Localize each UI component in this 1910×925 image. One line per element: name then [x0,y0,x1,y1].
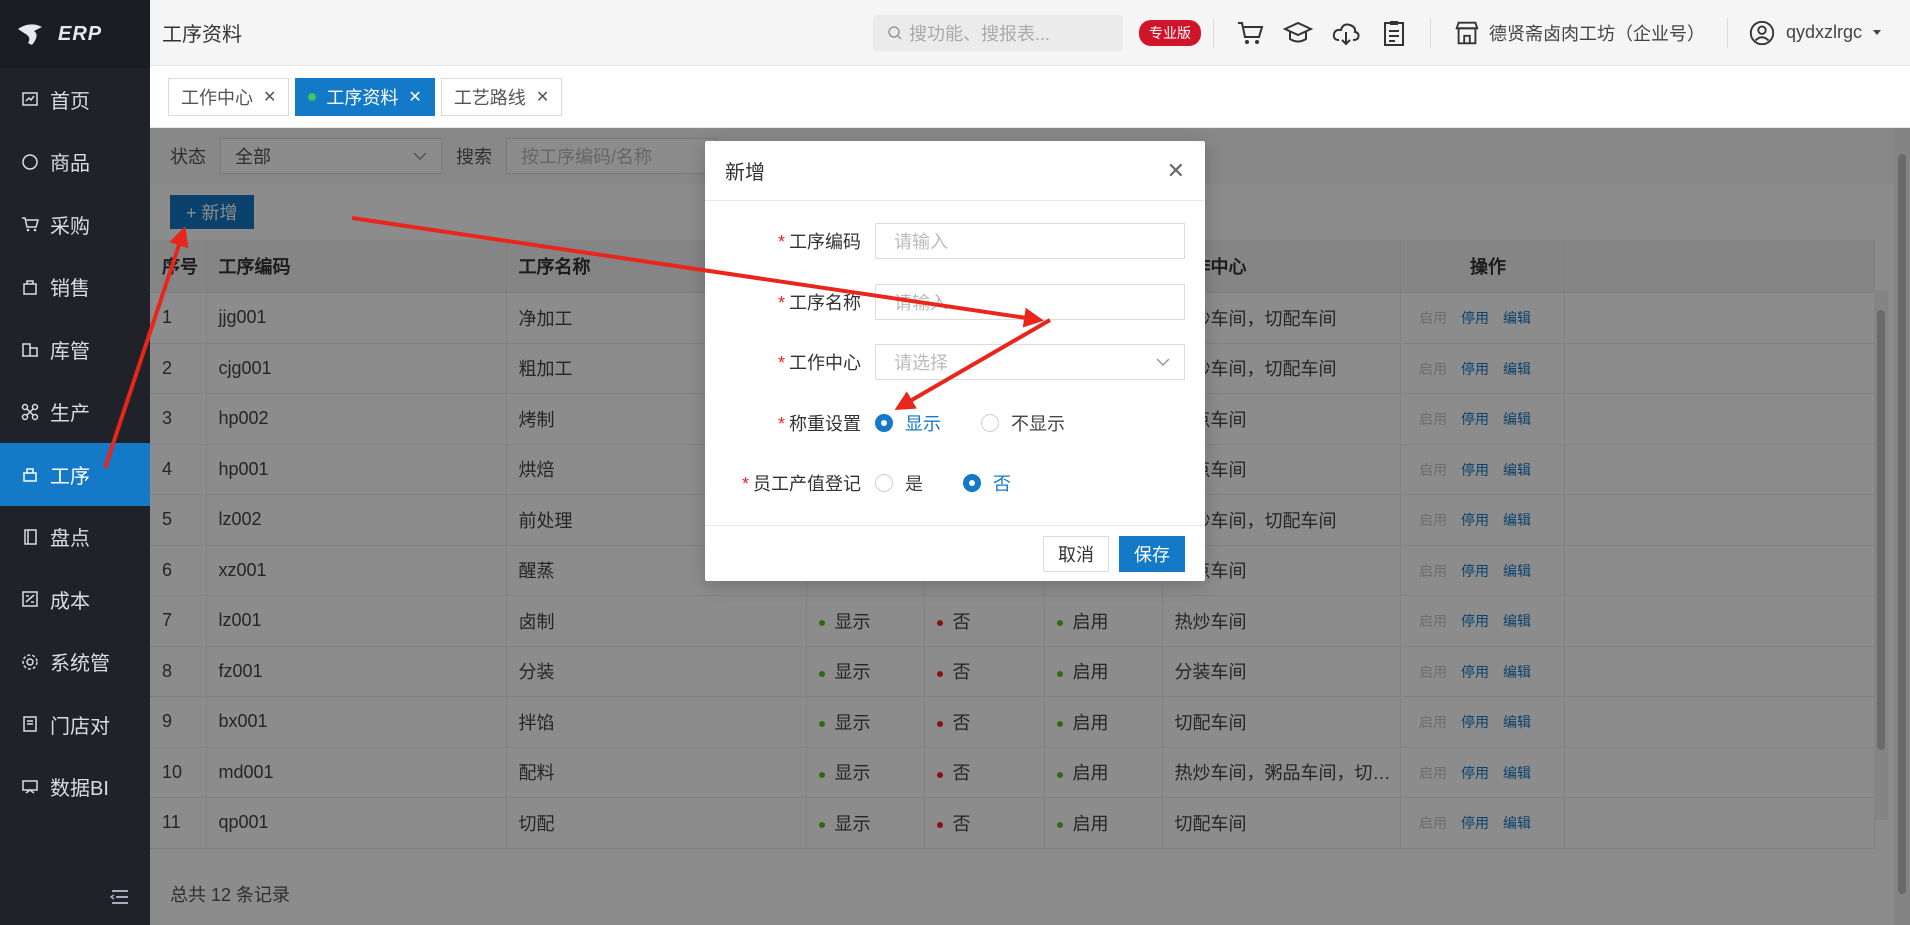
cart-icon[interactable] [1232,15,1268,51]
sidebar-item-8[interactable]: 成本 [0,568,150,631]
product-icon [20,152,40,172]
process-name-label: 工序名称 [789,293,861,313]
close-icon[interactable]: ✕ [536,87,549,107]
sidebar-item-0[interactable]: 首页 [0,68,150,131]
clipboard-icon[interactable] [1376,15,1412,51]
username: qydxzlrgc [1785,22,1862,42]
book-icon [20,527,40,547]
sidebar-item-label: 数据BI [50,778,109,801]
sidebar: ERP 首页商品采购销售库管生产工序盘点成本系统管门店对数据BI [0,0,150,925]
close-icon[interactable]: ✕ [263,87,276,107]
tab-1[interactable]: 工序资料 ✕ [295,77,435,116]
monitor-icon [20,777,40,797]
sidebar-item-label: 销售 [50,278,90,301]
warehouse-icon [20,339,40,359]
form-row-name: * 工序名称 请输入 [705,282,1205,322]
process-name-placeholder: 请输入 [894,293,948,313]
logo-icon [18,24,42,45]
menu-collapse-icon[interactable] [110,889,130,905]
bag-icon [20,277,40,297]
tab-label: 工作中心 [181,87,253,108]
work-center-placeholder: 请选择 [894,353,948,373]
global-search-input[interactable]: 搜功能、搜报表... [872,14,1123,51]
sidebar-item-4[interactable]: 库管 [0,318,150,381]
sidebar-item-label: 工序 [50,465,90,488]
top-header: 工序资料 搜功能、搜报表... 专业版 德贤斋卤肉工坊（企业号） qydxzlr… [150,0,1910,66]
network-icon [20,402,40,422]
user-avatar-icon [1749,20,1775,45]
active-dot [308,92,317,101]
process-code-input[interactable]: 请输入 [875,223,1185,259]
tab-0[interactable]: 工作中心 ✕ [168,77,290,116]
save-button[interactable]: 保存 [1119,535,1185,572]
sidebar-item-3[interactable]: 销售 [0,256,150,319]
weigh-setting-radio-group: 显示 不显示 [875,410,1065,436]
output-record-label: 员工产值登记 [753,474,861,494]
work-center-label: 工作中心 [789,353,861,373]
sidebar-item-label: 商品 [50,153,90,176]
tab-label: 工序资料 [326,87,399,108]
logo-text: ERP [58,22,103,45]
receipt-icon [20,714,40,734]
weigh-setting-label: 称重设置 [789,414,861,434]
close-icon[interactable]: ✕ [408,87,421,107]
cloud-download-icon[interactable] [1328,15,1364,51]
process-code-placeholder: 请输入 [894,232,948,252]
weigh-show-radio[interactable]: 显示 [875,410,941,436]
sidebar-item-label: 生产 [50,403,90,426]
weigh-hide-radio[interactable]: 不显示 [981,410,1065,436]
process-name-input[interactable]: 请输入 [875,284,1185,320]
form-row-center: * 工作中心 请选择 [705,342,1205,382]
sidebar-item-5[interactable]: 生产 [0,381,150,444]
chevron-down-icon [1156,358,1170,366]
store-icon [1455,21,1479,44]
sidebar-item-label: 盘点 [50,528,90,551]
sidebar-item-label: 门店对 [50,715,110,738]
tab-label: 工艺路线 [453,87,526,108]
sidebar-item-label: 系统管 [50,653,110,676]
tab-2[interactable]: 工艺路线 ✕ [440,77,563,116]
sidebar-item-label: 采购 [50,215,90,238]
sidebar-item-7[interactable]: 盘点 [0,506,150,569]
sidebar-nav: 首页商品采购销售库管生产工序盘点成本系统管门店对数据BI [0,68,150,818]
output-no-radio[interactable]: 否 [963,470,1011,496]
chart-icon [20,589,40,609]
graduation-cap-icon[interactable] [1280,15,1316,51]
pro-edition-badge[interactable]: 专业版 [1138,19,1201,46]
sidebar-item-label: 库管 [50,340,90,363]
caret-down-icon [1873,29,1881,35]
sidebar-item-label: 首页 [50,90,90,113]
form-row-code: * 工序编码 请输入 [705,221,1205,261]
company-switcher[interactable]: 德贤斋卤肉工坊（企业号） [1453,19,1705,47]
sidebar-item-2[interactable]: 采购 [0,193,150,256]
sidebar-item-label: 成本 [50,590,90,613]
logo[interactable]: ERP [0,0,150,68]
sidebar-item-1[interactable]: 商品 [0,131,150,194]
global-search-placeholder: 搜功能、搜报表... [908,23,1050,44]
sidebar-item-9[interactable]: 系统管 [0,631,150,694]
process-code-label: 工序编码 [789,232,861,252]
sidebar-item-10[interactable]: 门店对 [0,693,150,756]
sidebar-item-11[interactable]: 数据BI [0,756,150,819]
page-title: 工序资料 [162,24,242,46]
process-icon [20,464,40,484]
output-record-radio-group: 是 否 [875,470,1011,496]
company-name: 德贤斋卤肉工坊（企业号） [1488,23,1705,44]
cancel-button[interactable]: 取消 [1043,535,1109,572]
form-row-output: * 员工产值登记 是 否 [705,463,1205,503]
home-icon [20,89,40,109]
page-tabs: 工作中心 ✕ 工序资料 ✕ 工艺路线 ✕ [150,66,1910,128]
sidebar-item-6[interactable]: 工序 [0,443,150,506]
close-icon[interactable]: ✕ [1167,158,1185,184]
dialog-title: 新增 [725,162,765,184]
add-process-dialog: 新增 ✕ * 工序编码 请输入 * 工序名称 请输入 * 工作中心 请选择 * 称重设置… [705,141,1205,581]
output-yes-radio[interactable]: 是 [875,470,923,496]
work-center-select[interactable]: 请选择 [875,344,1185,380]
search-icon [888,25,902,40]
cart-icon [20,214,40,234]
user-menu[interactable]: qydxzlrgc [1748,19,1882,47]
gear-icon [20,652,40,672]
form-row-weigh: * 称重设置 显示 不显示 [705,403,1205,443]
